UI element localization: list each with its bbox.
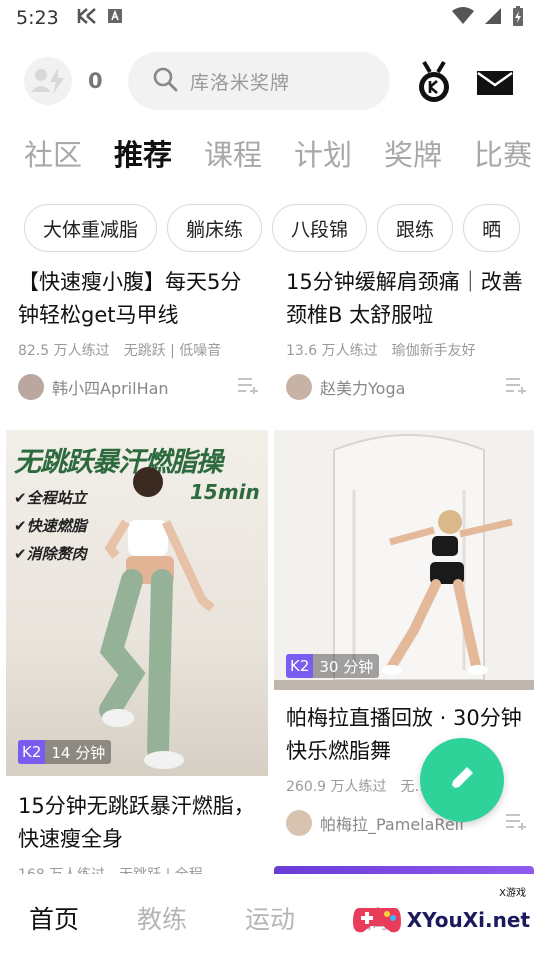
gamepad-icon bbox=[351, 898, 403, 942]
workout-figure bbox=[99, 467, 215, 769]
add-to-list-icon[interactable] bbox=[236, 376, 258, 398]
nav-home[interactable]: 首页 bbox=[0, 900, 108, 936]
learner-count: 82.5 万人练过 bbox=[18, 343, 110, 359]
card-title: 【快速瘦小腹】每天5分钟轻松get马甲线 bbox=[18, 270, 242, 327]
level-duration-badge: K2 30 分钟 bbox=[286, 654, 380, 678]
duration-label: 14 分钟 bbox=[51, 743, 106, 762]
battery-charging-icon bbox=[512, 5, 524, 31]
card-meta: 13.6 万人练过 瑜伽新手友好 bbox=[286, 340, 526, 360]
duration-label: 30 分钟 bbox=[319, 657, 374, 676]
course-card[interactable]: 【快速瘦小腹】每天5分钟轻松get马甲线 82.5 万人练过 无跳跃 | 低噪音… bbox=[18, 266, 258, 400]
create-post-button[interactable] bbox=[420, 738, 504, 822]
dance-figure bbox=[274, 430, 534, 690]
category-tabs: 社区 推荐 课程 计划 奖牌 比赛 bbox=[0, 132, 540, 188]
search-input[interactable]: 库洛米奖牌 bbox=[128, 52, 390, 110]
tab-courses[interactable]: 课程 bbox=[188, 132, 278, 188]
wifi-icon bbox=[452, 7, 474, 29]
card-tags: 无跳跃 | 全程 bbox=[119, 864, 203, 874]
watermark: X游戏 XYouXi.net bbox=[351, 888, 530, 942]
tab-medals[interactable]: 奖牌 bbox=[368, 132, 458, 188]
learner-count: 168 万人练过 bbox=[18, 864, 105, 874]
filter-chips: 大体重减脂 躺床练 八段锦 跟练 晒 bbox=[24, 204, 540, 254]
learner-count: 260.9 万人练过 bbox=[286, 779, 387, 795]
tab-community[interactable]: 社区 bbox=[8, 132, 98, 188]
tab-plans[interactable]: 计划 bbox=[278, 132, 368, 188]
chip-share[interactable]: 晒 bbox=[463, 204, 521, 252]
card-meta: 168 万人练过 无跳跃 | 全程 bbox=[18, 864, 258, 874]
nav-sport[interactable]: 运动 bbox=[216, 900, 324, 936]
user-energy-button[interactable]: 0 bbox=[24, 57, 106, 105]
medal-icon[interactable] bbox=[414, 60, 454, 104]
card-author[interactable]: 帕梅拉_PamelaReif bbox=[286, 810, 526, 836]
next-card-thumbnail[interactable] bbox=[274, 866, 534, 874]
search-placeholder: 库洛米奖牌 bbox=[190, 71, 291, 94]
tab-recommend[interactable]: 推荐 bbox=[98, 132, 188, 188]
avatar[interactable] bbox=[24, 57, 72, 105]
card-title: 15分钟缓解肩颈痛｜改善颈椎B 太舒服啦 bbox=[286, 270, 523, 327]
card-title: 15分钟无跳跃暴汗燃脂，快速瘦全身 bbox=[18, 794, 255, 851]
nav-coach[interactable]: 教练 bbox=[108, 900, 216, 936]
card-meta: 82.5 万人练过 无跳跃 | 低噪音 bbox=[18, 340, 258, 360]
card-author[interactable]: 韩小四AprilHan bbox=[18, 374, 258, 400]
cellular-icon bbox=[484, 7, 502, 29]
watermark-small-text: X游戏 bbox=[499, 888, 526, 899]
learner-count: 13.6 万人练过 bbox=[286, 343, 378, 359]
course-card[interactable]: 15分钟缓解肩颈痛｜改善颈椎B 太舒服啦 13.6 万人练过 瑜伽新手友好 赵美… bbox=[286, 266, 526, 400]
card-tags: 瑜伽新手友好 bbox=[391, 343, 476, 359]
chip-weight-loss[interactable]: 大体重减脂 bbox=[24, 204, 158, 252]
energy-count: 0 bbox=[88, 69, 103, 93]
course-thumbnail[interactable]: K2 30 分钟 bbox=[274, 430, 534, 690]
course-card[interactable]: 15分钟无跳跃暴汗燃脂，快速瘦全身 168 万人练过 无跳跃 | 全程 bbox=[18, 790, 258, 874]
k-app-icon bbox=[77, 7, 97, 29]
mail-icon[interactable] bbox=[476, 68, 514, 98]
card-author[interactable]: 赵美力Yoga bbox=[286, 374, 526, 400]
pencil-icon bbox=[445, 761, 479, 799]
add-to-list-icon[interactable] bbox=[504, 812, 526, 834]
watermark-text: XYouXi.net bbox=[406, 908, 530, 932]
search-icon bbox=[152, 66, 178, 96]
level-badge: K2 bbox=[18, 740, 46, 764]
author-name: 韩小四AprilHan bbox=[52, 379, 169, 398]
font-app-icon bbox=[107, 8, 123, 28]
add-to-list-icon[interactable] bbox=[504, 376, 526, 398]
author-name: 赵美力Yoga bbox=[320, 379, 406, 398]
card-tags: 无跳跃 | 低噪音 bbox=[123, 343, 222, 359]
course-thumbnail[interactable]: 无跳跃暴汗燃脂操 15min ✔全程站立 ✔快速燃脂 ✔消除赘肉 K2 14 分… bbox=[6, 430, 268, 776]
status-time: 5:23 bbox=[16, 7, 59, 29]
status-bar: 5:23 bbox=[0, 0, 540, 36]
header: 0 库洛米奖牌 bbox=[0, 50, 540, 112]
chip-follow-along[interactable]: 跟练 bbox=[377, 204, 454, 252]
level-duration-badge: K2 14 分钟 bbox=[18, 740, 112, 764]
chip-bed-workout[interactable]: 躺床练 bbox=[167, 204, 263, 252]
tab-contests[interactable]: 比赛 bbox=[458, 132, 540, 188]
chip-baduanjin[interactable]: 八段锦 bbox=[272, 204, 368, 252]
author-avatar bbox=[286, 810, 312, 836]
author-avatar bbox=[18, 374, 44, 400]
author-avatar bbox=[286, 374, 312, 400]
level-badge: K2 bbox=[286, 654, 314, 678]
